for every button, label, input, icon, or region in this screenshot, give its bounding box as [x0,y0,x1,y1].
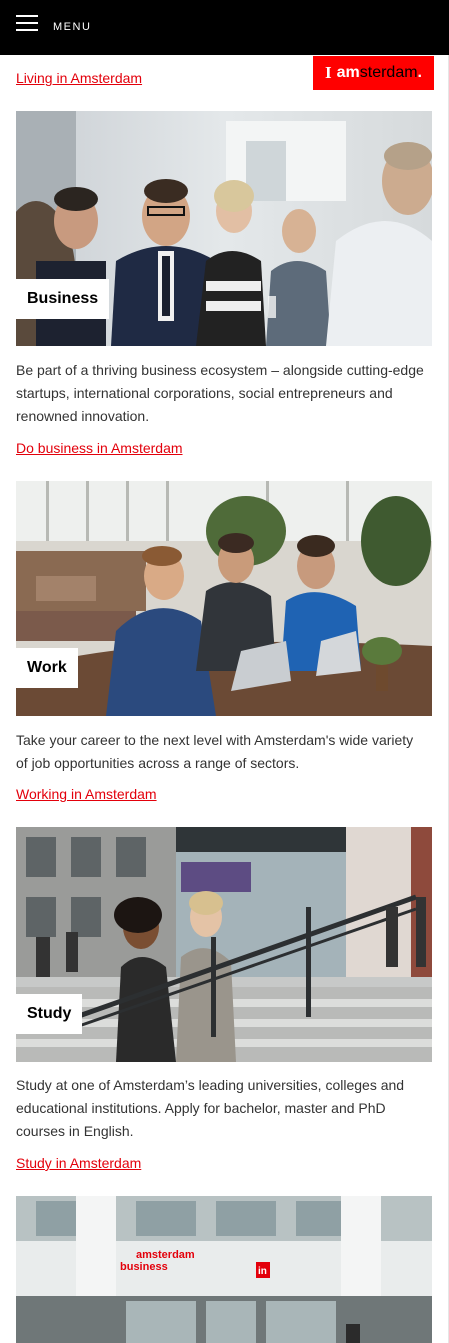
do-business-link[interactable]: Do business in Amsterdam [16,440,183,456]
study-description: Study at one of Amsterdam’s leading univ… [16,1077,405,1139]
business-description: Be part of a thriving business ecosystem… [16,362,424,424]
i-amsterdam-logo[interactable]: I amsterdam. [313,56,434,90]
work-description: Take your career to the next level with … [16,732,414,771]
in-logo: in [258,1266,267,1277]
top-navigation-bar: MENU [0,0,449,55]
work-photo [16,481,432,716]
study-in-amsterdam-link[interactable]: Study in Amsterdam [16,1155,141,1171]
building-sign-business: business [120,1261,168,1273]
building-sign-amsterdam: amsterdam [136,1249,195,1261]
work-label: Work [16,648,78,688]
menu-label[interactable]: MENU [53,21,91,33]
living-in-amsterdam-link[interactable]: Living in Amsterdam [16,70,142,86]
hamburger-menu-icon[interactable] [16,15,38,31]
working-in-amsterdam-link[interactable]: Working in Amsterdam [16,786,157,802]
amsterdam-business-building-photo: amsterdam business in [16,1196,432,1343]
business-label: Business [16,279,110,319]
study-label: Study [16,994,83,1034]
